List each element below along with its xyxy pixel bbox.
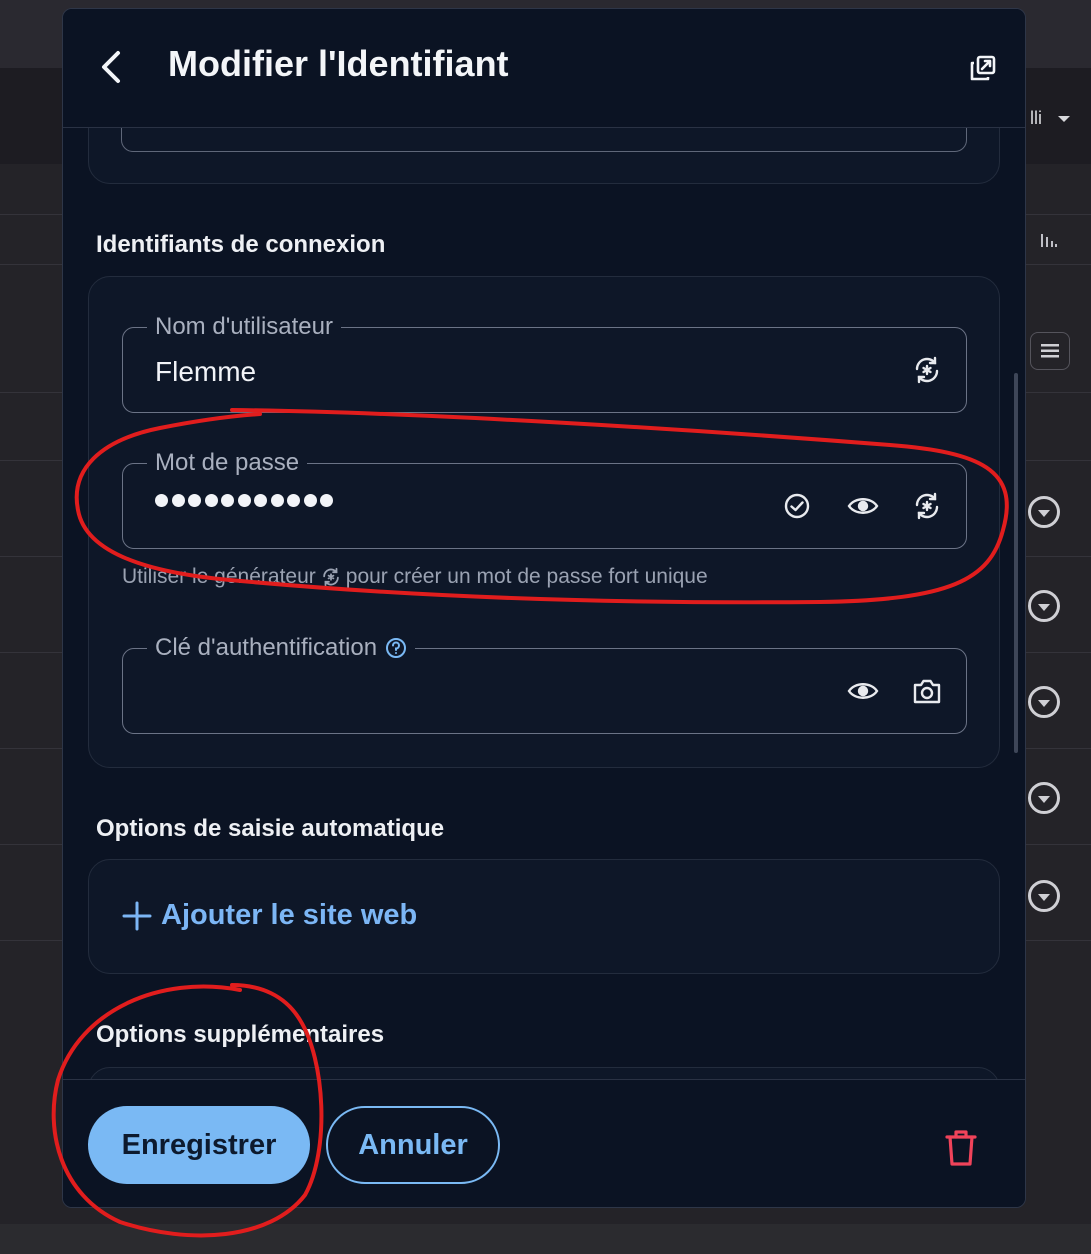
password-hint: Utiliser le générateur pour créer un mot… [122,565,708,588]
chevron-circle-down-icon[interactable] [1028,590,1060,622]
username-label: Nom d'utilisateur [147,311,341,343]
list-icon [1041,344,1059,358]
add-website-button[interactable]: Ajouter le site web [121,899,417,932]
cancel-button[interactable]: Annuler [326,1106,500,1184]
popout-window-icon [970,55,996,81]
dialog-scrollbar[interactable] [1014,373,1018,753]
caret-down-icon [1058,116,1071,123]
dialog-title: Modifier l'Identifiant [168,43,509,84]
auth-key-label: Clé d'authentification [147,632,416,664]
username-field[interactable]: Nom d'utilisateur Flemme [122,311,967,413]
generator-icon[interactable] [909,488,945,524]
password-masked-value[interactable] [155,494,333,507]
delete-button[interactable] [941,1126,981,1170]
help-circle-icon[interactable] [385,637,407,659]
password-label: Mot de passe [147,447,308,479]
generator-icon[interactable] [320,566,342,588]
background-filter-label: lli [1030,108,1042,128]
chevron-circle-down-icon[interactable] [1028,782,1060,814]
camera-icon[interactable] [909,673,945,709]
background-bottom-strip [0,1224,1091,1254]
plus-icon [122,901,152,930]
trash-icon [945,1130,977,1166]
chevron-circle-down-icon[interactable] [1028,496,1060,528]
check-circle-icon[interactable] [779,488,815,524]
add-website-label: Ajouter le site web [161,899,418,931]
popout-button[interactable] [968,53,998,83]
eye-icon[interactable] [845,488,881,524]
autofill-section-title: Options de saisie automatique [96,815,445,842]
list-view-button[interactable] [1030,332,1070,370]
generator-icon[interactable] [909,352,945,388]
additional-options-title: Options supplémentaires [96,1021,385,1048]
chevron-circle-down-icon[interactable] [1028,686,1060,718]
back-button[interactable] [93,47,129,87]
username-value[interactable]: Flemme [155,356,256,388]
bar-chart-icon[interactable] [1040,232,1060,253]
chevron-left-icon [102,51,120,83]
eye-icon[interactable] [845,673,881,709]
auth-key-field[interactable]: Clé d'authentification [122,632,967,734]
save-button[interactable]: Enregistrer [88,1106,310,1184]
edit-login-dialog: Identifiants de connexion Nom d'utilisat… [62,8,1026,1208]
chevron-circle-down-icon[interactable] [1028,880,1060,912]
credentials-card: Nom d'utilisateur Flemme Mot de passe Ut [88,276,1000,768]
password-field[interactable]: Mot de passe [122,447,967,549]
background-filter-dropdown[interactable]: lli [1030,108,1071,129]
dialog-header: Modifier l'Identifiant [63,9,1025,128]
credentials-section-title: Identifiants de connexion [96,231,386,258]
dialog-footer: Enregistrer Annuler [63,1079,1025,1207]
